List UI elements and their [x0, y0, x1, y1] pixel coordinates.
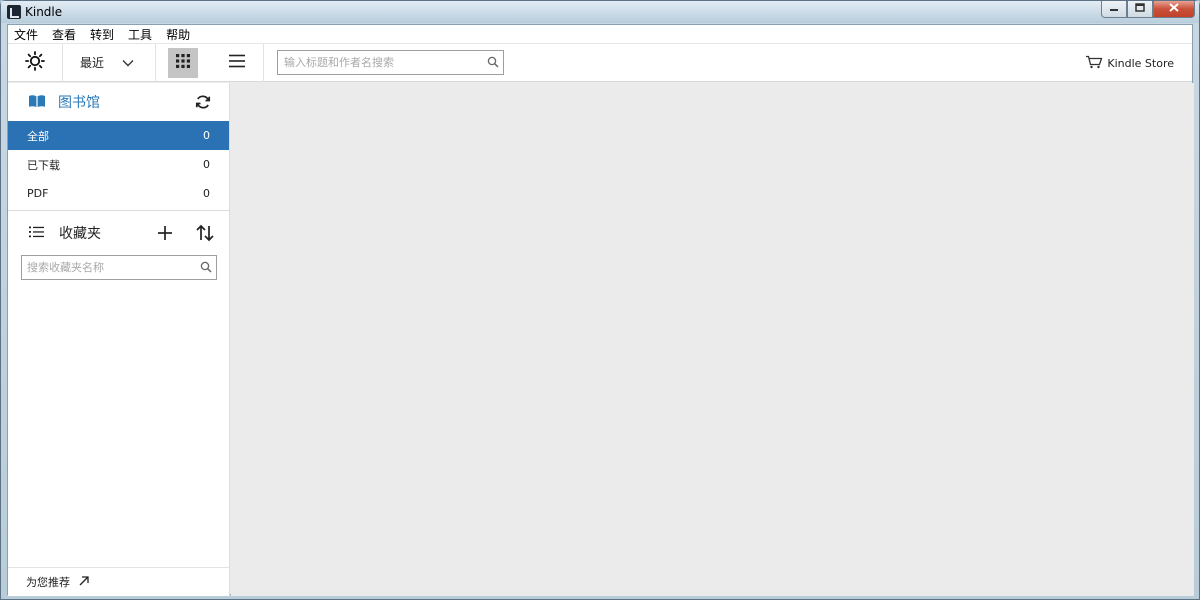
menu-help[interactable]: 帮助 — [166, 26, 190, 43]
window-title: Kindle — [25, 5, 63, 19]
chevron-down-icon — [122, 56, 134, 70]
collections-list-icon — [29, 226, 45, 241]
library-header: 图书馆 — [8, 83, 229, 121]
brightness-button[interactable] — [8, 43, 63, 82]
kindle-store-label: Kindle Store — [1107, 57, 1174, 70]
title-bar[interactable]: Kindle — [1, 1, 1199, 23]
library-item-label: 全部 — [27, 129, 49, 143]
menu-tools[interactable]: 工具 — [128, 26, 152, 43]
sort-collections-button[interactable] — [195, 224, 215, 245]
brightness-icon — [25, 51, 45, 74]
library-item-label: 已下载 — [27, 158, 60, 172]
close-icon — [1169, 3, 1179, 15]
grid-view-icon — [175, 53, 191, 72]
toolbar: 最近 输入标题和作者名搜索 Kindle Store — [8, 43, 1192, 82]
cart-icon — [1085, 55, 1103, 72]
kindle-store-link[interactable]: Kindle Store — [1085, 55, 1174, 72]
sort-label: 最近 — [80, 56, 105, 70]
add-collection-button[interactable] — [157, 225, 173, 244]
list-view-icon — [228, 53, 246, 72]
sync-icon — [195, 95, 211, 113]
collections-header: 收藏夹 — [8, 211, 229, 255]
collections-search[interactable] — [21, 255, 217, 280]
list-view-button[interactable] — [210, 43, 264, 82]
library-search-input[interactable] — [284, 56, 474, 69]
minimize-button[interactable] — [1101, 1, 1127, 18]
grid-view-button[interactable] — [168, 47, 198, 78]
sync-button[interactable] — [195, 94, 211, 113]
library-search[interactable] — [277, 50, 504, 75]
library-item-pdf[interactable]: PDF 0 — [8, 179, 229, 208]
sidebar: 图书馆 全部 0 已下载 0 PDF 0 收藏夹 搜索收藏夹名称 为您推荐 — [8, 83, 230, 596]
library-item-label: PDF — [27, 187, 49, 200]
search-icon[interactable] — [200, 261, 212, 276]
menu-file[interactable]: 文件 — [14, 26, 38, 43]
collections-title: 收藏夹 — [59, 226, 101, 242]
close-button[interactable] — [1153, 1, 1195, 18]
sort-arrows-icon — [195, 224, 215, 245]
library-item-count: 0 — [203, 129, 210, 142]
menu-bar: 文件 查看 转到 工具 帮助 — [8, 25, 1192, 44]
app-client-area: 文件 查看 转到 工具 帮助 最近 输入标题和作者名搜索 Kindle Stor… — [7, 24, 1194, 596]
menu-view[interactable]: 查看 — [52, 26, 76, 43]
library-title[interactable]: 图书馆 — [58, 92, 100, 112]
library-item-all[interactable]: 全部 0 — [8, 121, 229, 150]
collections-search-input[interactable] — [27, 261, 192, 274]
maximize-icon — [1135, 3, 1145, 15]
minimize-icon — [1109, 4, 1119, 15]
library-item-count: 0 — [203, 158, 210, 171]
search-icon[interactable] — [487, 56, 499, 71]
library-content-area — [231, 83, 1194, 596]
library-item-count: 0 — [203, 187, 210, 200]
recommendations-label: 为您推荐 — [26, 576, 70, 589]
window-controls — [1101, 1, 1195, 19]
app-window: Kindle 文件 查看 转到 工具 帮助 最近 输入标题和作者名搜索 Kind… — [0, 0, 1200, 600]
recommendations-link[interactable]: 为您推荐 — [8, 567, 229, 596]
menu-goto[interactable]: 转到 — [90, 26, 114, 43]
book-icon — [28, 94, 46, 111]
library-item-downloaded[interactable]: 已下载 0 — [8, 150, 229, 179]
plus-icon — [157, 226, 173, 244]
sort-dropdown[interactable]: 最近 — [63, 43, 156, 82]
kindle-app-icon — [7, 5, 21, 19]
external-link-arrow-icon — [78, 575, 90, 590]
maximize-button[interactable] — [1127, 1, 1153, 18]
